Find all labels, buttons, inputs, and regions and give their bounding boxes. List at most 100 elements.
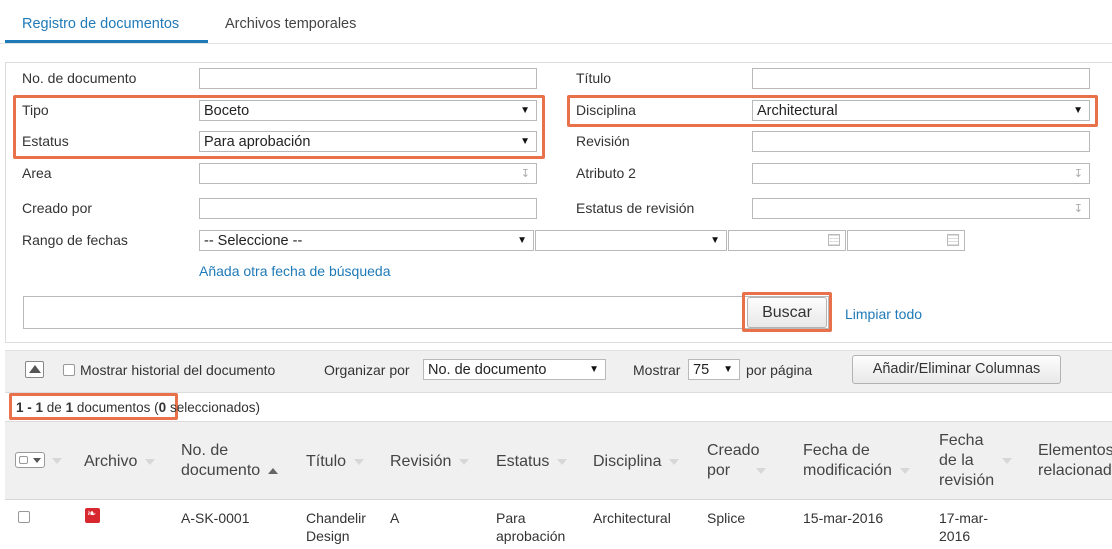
column-header-title[interactable]: Título [306, 452, 365, 472]
tab-document-register[interactable]: Registro de documentos [22, 16, 179, 32]
calendar-icon[interactable] [828, 234, 840, 246]
sort-by-select[interactable]: No. de documento ▼ [423, 359, 606, 380]
column-header-status-label: Estatus [496, 453, 550, 470]
created-by-label: Creado por [22, 200, 93, 216]
cell-revision-date-line1: 17-mar- [939, 510, 989, 526]
row-checkbox[interactable] [18, 511, 30, 523]
revision-input[interactable] [752, 131, 1090, 152]
checkbox-icon [19, 456, 28, 464]
column-header-revision-date-line1: Fecha [939, 432, 984, 449]
per-page-select-value: 75 [693, 362, 710, 378]
add-date-search-link[interactable]: Añada otra fecha de búsqueda [199, 263, 391, 279]
sort-indicator-icon [145, 458, 156, 465]
keyword-search-input[interactable] [23, 296, 829, 329]
sort-indicator-icon [52, 458, 62, 464]
result-of: de [46, 400, 62, 415]
doc-number-input[interactable] [199, 68, 537, 89]
per-page-select[interactable]: 75 ▼ [688, 359, 740, 380]
chevron-down-icon [33, 458, 41, 463]
column-header-modified-date[interactable]: Fecha de modificación [803, 441, 910, 481]
cell-status-line2: aprobación [496, 528, 566, 544]
column-header-doc-number[interactable]: No. de documento [181, 441, 279, 481]
title-input[interactable] [752, 68, 1090, 89]
column-header-revision-label: Revisión [390, 453, 452, 470]
column-header-file[interactable]: Archivo [84, 452, 156, 472]
column-header-revision-date[interactable]: Fecha de la revisión [939, 431, 1012, 491]
area-select[interactable]: ↧ [199, 163, 537, 184]
calendar-icon[interactable] [947, 234, 959, 246]
highlight-search-button [742, 292, 832, 332]
clear-all-link[interactable]: Limpiar todo [845, 306, 922, 322]
column-header-related-line2: relacionados [1038, 462, 1112, 479]
column-header-revision-date-line3: revisión [939, 472, 995, 489]
created-by-input[interactable] [199, 198, 537, 219]
cell-title-line1: Chandelir [306, 510, 366, 526]
attribute2-select[interactable]: ↧ [752, 163, 1090, 184]
show-label: Mostrar [633, 362, 681, 378]
column-header-doc-number-line1: No. de [181, 442, 229, 459]
result-range: 1 - 1 [16, 400, 44, 415]
dropdown-arrow-icon: ▼ [589, 364, 599, 375]
collapse-up-icon [29, 365, 41, 373]
column-header-doc-number-line2: documento [181, 462, 261, 479]
collapse-search-button[interactable] [25, 361, 44, 378]
multiselect-arrow-icon: ↧ [1073, 168, 1083, 180]
column-header-discipline-label: Disciplina [593, 453, 662, 470]
result-total: 1 [65, 400, 74, 415]
column-header-file-label: Archivo [84, 453, 138, 470]
cell-modified-date: 15-mar-2016 [803, 510, 884, 526]
sort-indicator-icon [354, 458, 365, 465]
date-to-input[interactable] [847, 230, 965, 251]
cell-status-line1: Para [496, 510, 526, 526]
column-header-created-by[interactable]: Creado por [707, 441, 767, 481]
column-header-modified-date-line2: modificación [803, 462, 892, 479]
active-tab-indicator [5, 40, 208, 43]
dropdown-arrow-icon: ▼ [710, 235, 720, 246]
date-range-select-value: -- Seleccione -- [204, 233, 303, 249]
cell-doc-number[interactable]: A-SK-0001 [181, 509, 249, 527]
selected-number: 0 [158, 400, 167, 415]
sort-indicator-icon [669, 458, 680, 465]
column-header-created-by-line2: por [707, 462, 731, 479]
date-range-label: Rango de fechas [22, 232, 128, 248]
dropdown-arrow-icon: ▼ [723, 364, 733, 375]
cell-title-line2: Design [306, 528, 350, 544]
revision-status-label: Estatus de revisión [576, 200, 695, 216]
sort-indicator-icon [557, 458, 568, 465]
column-header-related-line1: Elementos [1038, 442, 1112, 459]
cell-revision: A [390, 510, 400, 526]
date-from-input[interactable] [728, 230, 846, 251]
date-range-select[interactable]: -- Seleccione -- ▼ [199, 230, 534, 251]
dropdown-arrow-icon: ▼ [517, 235, 527, 246]
add-remove-columns-button[interactable]: Añadir/Eliminar Columnas [852, 355, 1061, 384]
highlight-discipline [567, 95, 1098, 127]
sort-indicator-icon [756, 467, 767, 474]
show-history-checkbox[interactable] [63, 364, 75, 376]
attribute2-label: Atributo 2 [576, 165, 636, 181]
show-history-label: Mostrar historial del documento [80, 362, 276, 378]
column-header-discipline[interactable]: Disciplina [593, 452, 680, 472]
sort-indicator-icon [1001, 457, 1012, 464]
sort-ascending-icon [268, 467, 279, 474]
column-header-related-items[interactable]: Elementos relacionados [1038, 441, 1112, 481]
column-header-title-label: Título [306, 453, 347, 470]
selected-count: (0 seleccionados) [154, 400, 261, 415]
highlight-type-status [13, 95, 545, 159]
tab-temporary-files[interactable]: Archivos temporales [225, 16, 356, 32]
multiselect-arrow-icon: ↧ [520, 168, 530, 180]
column-header-revision[interactable]: Revisión [390, 452, 470, 472]
sort-by-select-value: No. de documento [428, 362, 547, 378]
revision-status-select[interactable]: ↧ [752, 198, 1090, 219]
column-header-created-by-line1: Creado [707, 442, 760, 459]
per-page-label: por página [746, 362, 813, 378]
sort-indicator-icon [899, 467, 910, 474]
cell-created-by: Splice [707, 510, 746, 526]
column-header-status[interactable]: Estatus [496, 452, 568, 472]
select-all-checkbox-menu[interactable] [15, 452, 45, 468]
date-qualifier-select[interactable]: ▼ [535, 230, 727, 251]
area-label: Area [22, 165, 52, 181]
cell-status: Para aprobación [496, 509, 565, 545]
pdf-file-icon[interactable] [85, 507, 100, 523]
revision-label: Revisión [576, 133, 630, 149]
sort-by-label: Organizar por [324, 362, 410, 378]
